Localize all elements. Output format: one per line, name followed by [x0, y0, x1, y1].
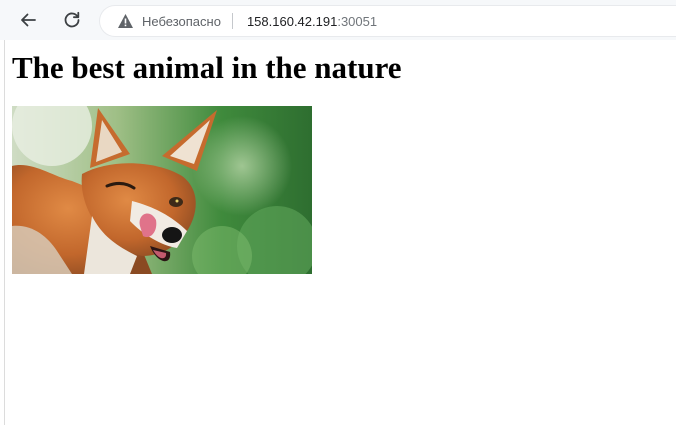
- reload-button[interactable]: [57, 5, 87, 35]
- omnibox-divider: [231, 13, 233, 29]
- security-status-label[interactable]: Небезопасно: [142, 14, 221, 29]
- fox-image: [12, 106, 312, 274]
- back-button[interactable]: [13, 5, 43, 35]
- browser-toolbar: Небезопасно 158.160.42.191:30051: [0, 0, 676, 40]
- page-heading: The best animal in the nature: [12, 50, 402, 85]
- page-content: The best animal in the nature: [4, 40, 676, 425]
- warning-triangle-icon[interactable]: [117, 13, 134, 30]
- url-host: 158.160.42.191: [246, 13, 338, 29]
- address-bar[interactable]: Небезопасно 158.160.42.191:30051: [100, 6, 676, 36]
- url-port: :30051: [337, 13, 378, 29]
- arrow-left-icon: [21, 13, 36, 27]
- reload-icon: [64, 11, 80, 28]
